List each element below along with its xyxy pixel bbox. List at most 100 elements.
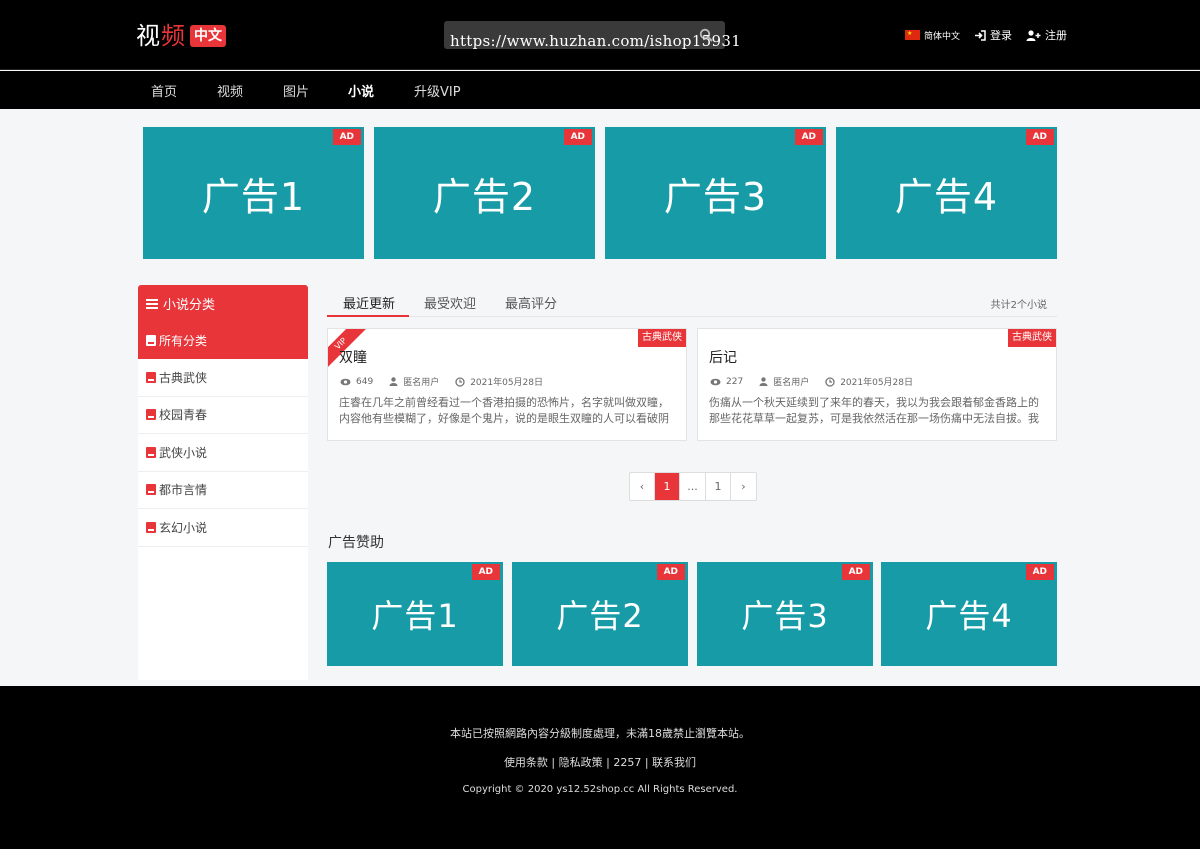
language-label: 简体中文 — [924, 31, 961, 42]
login-icon — [975, 29, 986, 41]
novel-title[interactable]: 后记 — [709, 347, 737, 367]
ad-tag: AD — [1025, 564, 1054, 580]
book-icon — [146, 446, 156, 458]
novel-meta: 227 匿名用户 2021年05月28日 — [710, 375, 913, 388]
clock-icon — [825, 376, 835, 387]
register-label: 注册 — [1045, 29, 1068, 42]
category-sidebar: 小说分类 所有分类 古典武侠 校园青春 武侠小说 都市言情 玄幻小说 — [138, 285, 308, 680]
book-icon — [146, 484, 156, 496]
nav-home[interactable]: 首页 — [151, 81, 177, 100]
site-footer: 本站已按照網路內容分級制度處理，未滿18歲禁止瀏覽本站。 使用条款 | 隐私政策… — [0, 686, 1200, 849]
view-count: 227 — [726, 376, 744, 387]
top-ad-3[interactable]: AD 广告3 — [605, 127, 826, 259]
ad-label: 广告2 — [556, 597, 644, 635]
sidebar-item-campus[interactable]: 校园青春 — [138, 397, 308, 434]
sponsor-ad-1[interactable]: AD 广告1 — [327, 562, 503, 666]
ad-tag: AD — [471, 564, 500, 580]
ad-label: 广告4 — [925, 597, 1013, 635]
sidebar-item-label: 武侠小说 — [159, 445, 208, 460]
author: 匿名用户 — [403, 378, 440, 388]
sidebar-item-label: 都市言情 — [159, 483, 208, 498]
sponsor-ad-4[interactable]: AD 广告4 — [881, 562, 1057, 666]
sponsor-title: 广告赞助 — [328, 535, 384, 551]
china-flag-icon — [905, 30, 920, 40]
eye-icon — [340, 378, 351, 385]
sidebar-item-label: 校园青春 — [159, 408, 208, 423]
prev-page-button[interactable]: ‹ — [630, 473, 655, 500]
category-badge[interactable]: 古典武侠 — [638, 329, 686, 347]
register-button[interactable]: 注册 — [1026, 27, 1067, 43]
sidebar-item-label: 所有分类 — [159, 334, 208, 348]
ad-tag: AD — [563, 129, 592, 145]
book-icon — [146, 335, 156, 346]
login-label: 登录 — [990, 29, 1013, 42]
ad-label: 广告1 — [201, 174, 306, 219]
pagination: ‹ 1 ... 1 › — [629, 472, 757, 501]
ad-tag: AD — [656, 564, 685, 580]
top-ad-4[interactable]: AD 广告4 — [836, 127, 1057, 259]
main-nav: 首页 视频 图片 小说 升级VIP — [0, 71, 1200, 109]
copyright: Copyright © 2020 ys12.52shop.cc All Righ… — [462, 784, 738, 795]
sidebar-item-label: 玄幻小说 — [159, 520, 208, 535]
next-page-button[interactable]: › — [731, 473, 756, 500]
sidebar-item-classic-wuxia[interactable]: 古典武侠 — [138, 359, 308, 397]
novel-description: 伤痛从一个秋天延续到了来年的春天，我以为我会跟着郁金香路上的那些花花草草一起复苏… — [709, 396, 1039, 425]
tab-top-rated[interactable]: 最高评分 — [505, 293, 557, 312]
site-logo[interactable]: 视频 中文 — [136, 22, 226, 50]
novel-card[interactable]: 古典武侠 后记 227 匿名用户 2021年05月28日 伤痛从一个秋天延续到了… — [697, 328, 1057, 441]
user-actions: 简体中文 登录 注册 — [905, 27, 1067, 43]
login-button[interactable]: 登录 — [974, 27, 1012, 43]
book-icon — [146, 409, 156, 421]
sidebar-item-all[interactable]: 所有分类 — [138, 322, 308, 359]
nav-pictures[interactable]: 图片 — [283, 81, 309, 100]
book-icon — [146, 371, 156, 383]
page-button-current[interactable]: 1 — [655, 473, 680, 500]
ad-label: 广告1 — [371, 597, 459, 635]
page-button-last[interactable]: 1 — [706, 473, 731, 500]
novel-description: 庄睿在几年之前曾经看过一个香港拍摄的恐怖片，名字就叫做双瞳，内容他有些模糊了，好… — [339, 396, 669, 425]
novel-count: 共计2个小说 — [990, 300, 1047, 311]
sidebar-heading-label: 小说分类 — [163, 298, 216, 313]
footer-link-privacy[interactable]: 隐私政策 — [559, 756, 603, 769]
top-header: 视频 中文 https://www.huzhan.com/ishop15931 … — [0, 0, 1200, 70]
user-icon — [759, 377, 768, 386]
footer-link-2257[interactable]: 2257 — [613, 756, 641, 769]
nav-video[interactable]: 视频 — [217, 81, 243, 100]
author: 匿名用户 — [773, 378, 810, 388]
clock-icon — [455, 376, 465, 387]
ad-label: 广告3 — [663, 174, 768, 219]
ad-label: 广告4 — [894, 174, 999, 219]
footer-link-terms[interactable]: 使用条款 — [504, 756, 548, 769]
ad-tag: AD — [841, 564, 870, 580]
logo-badge: 中文 — [190, 25, 226, 47]
publish-date: 2021年05月28日 — [840, 378, 914, 388]
active-tab-indicator — [327, 315, 409, 317]
language-switch[interactable]: 简体中文 — [905, 29, 960, 42]
category-badge[interactable]: 古典武侠 — [1008, 329, 1056, 347]
user-plus-icon — [1026, 29, 1041, 41]
nav-novels[interactable]: 小说 — [348, 81, 374, 100]
sponsor-ad-2[interactable]: AD 广告2 — [512, 562, 688, 666]
footer-link-contact[interactable]: 联系我们 — [652, 756, 696, 769]
novel-title[interactable]: 双瞳 — [339, 347, 367, 367]
footer-notice: 本站已按照網路內容分級制度處理，未滿18歲禁止瀏覽本站。 — [450, 727, 750, 740]
novel-card[interactable]: VIP 古典武侠 双瞳 649 匿名用户 2021年05月28日 庄睿在几年之前… — [327, 328, 687, 441]
top-ad-1[interactable]: AD 广告1 — [143, 127, 364, 259]
ad-tag: AD — [1025, 129, 1054, 145]
sidebar-item-fantasy[interactable]: 玄幻小说 — [138, 509, 308, 547]
ad-tag: AD — [332, 129, 361, 145]
sidebar-item-wuxia[interactable]: 武侠小说 — [138, 434, 308, 472]
tab-popular[interactable]: 最受欢迎 — [424, 293, 476, 312]
nav-upgrade-vip[interactable]: 升级VIP — [414, 81, 461, 100]
tab-latest[interactable]: 最近更新 — [343, 293, 395, 312]
novel-meta: 649 匿名用户 2021年05月28日 — [340, 375, 543, 388]
sponsor-ad-3[interactable]: AD 广告3 — [697, 562, 873, 666]
view-count: 649 — [356, 376, 374, 387]
ad-label: 广告3 — [741, 597, 829, 635]
watermark-url: https://www.huzhan.com/ishop15931 — [450, 32, 742, 50]
book-icon — [146, 521, 156, 533]
footer-links: 使用条款 | 隐私政策 | 2257 | 联系我们 — [503, 756, 697, 769]
eye-icon — [710, 378, 721, 385]
top-ad-2[interactable]: AD 广告2 — [374, 127, 595, 259]
sidebar-item-urban-romance[interactable]: 都市言情 — [138, 472, 308, 509]
